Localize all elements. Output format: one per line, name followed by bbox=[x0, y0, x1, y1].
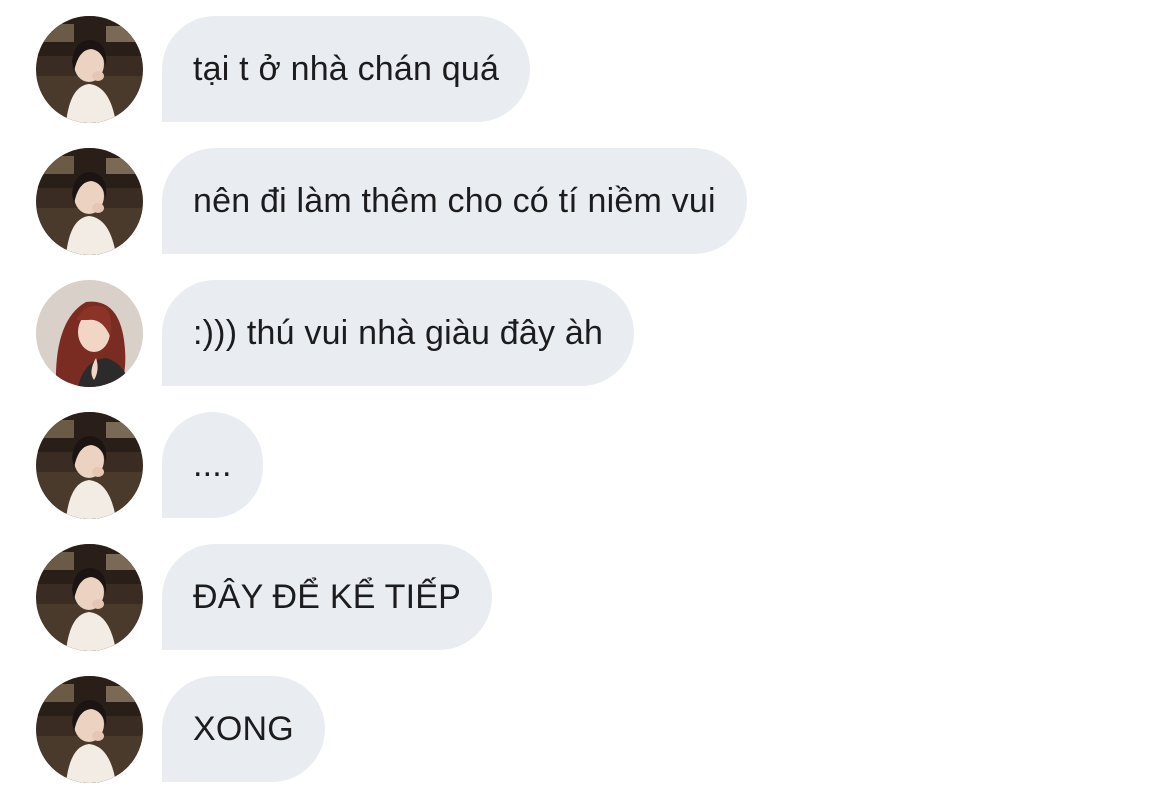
message-bubble[interactable]: :))) thú vui nhà giàu đây àh bbox=[162, 280, 635, 386]
message-row: ĐÂY ĐỂ KỂ TIẾP bbox=[36, 543, 492, 651]
avatar-friend-b[interactable] bbox=[36, 279, 143, 387]
avatar-friend-a[interactable] bbox=[36, 543, 143, 651]
chat-thread: tại t ở nhà chán quá nên đi làm thêm cho… bbox=[0, 0, 1170, 795]
message-bubble[interactable]: nên đi làm thêm cho có tí niềm vui bbox=[162, 148, 747, 254]
avatar-friend-a[interactable] bbox=[36, 147, 143, 255]
avatar-friend-a[interactable] bbox=[36, 411, 143, 519]
message-bubble[interactable]: tại t ở nhà chán quá bbox=[162, 16, 531, 122]
message-bubble[interactable]: ĐÂY ĐỂ KỂ TIẾP bbox=[162, 544, 492, 650]
avatar-friend-a[interactable] bbox=[36, 15, 143, 123]
message-row: nên đi làm thêm cho có tí niềm vui bbox=[36, 147, 747, 255]
message-row: :))) thú vui nhà giàu đây àh bbox=[36, 279, 635, 387]
message-row: tại t ở nhà chán quá bbox=[36, 15, 531, 123]
message-row: XONG bbox=[36, 675, 325, 783]
message-bubble[interactable]: .... bbox=[162, 412, 263, 518]
message-bubble[interactable]: XONG bbox=[162, 676, 325, 782]
message-row: .... bbox=[36, 411, 263, 519]
avatar-friend-a[interactable] bbox=[36, 675, 143, 783]
